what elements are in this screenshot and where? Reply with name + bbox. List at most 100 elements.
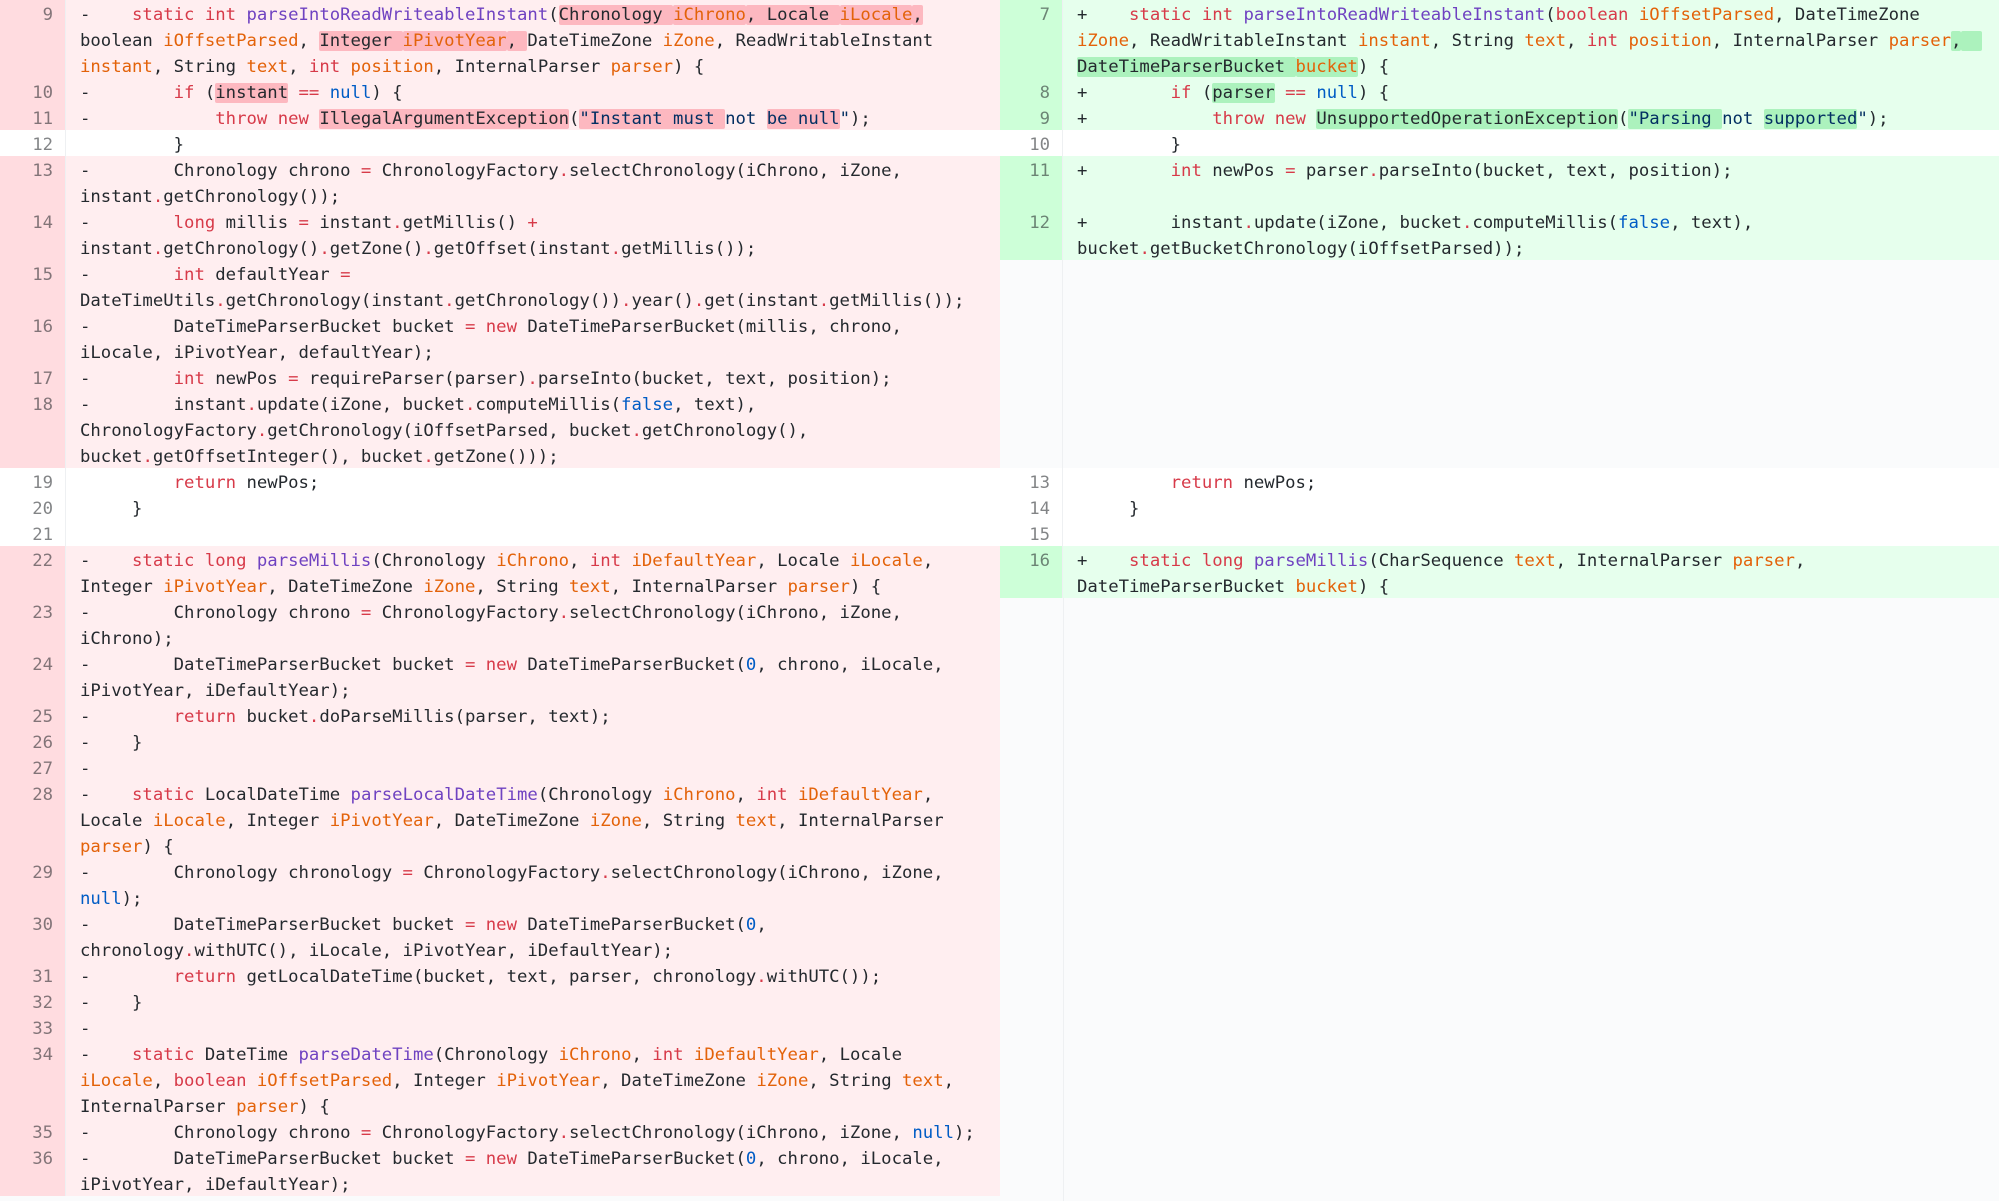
line-number[interactable]: 14 bbox=[0, 208, 66, 260]
code-token: int bbox=[1586, 31, 1629, 51]
line-number[interactable]: 20 bbox=[0, 494, 66, 520]
line-number[interactable]: 13 bbox=[1000, 468, 1063, 494]
code-token: - DateTimeParserBucket bucket bbox=[80, 655, 465, 675]
line-number[interactable]: 27 bbox=[0, 754, 66, 780]
code-token: , String bbox=[1430, 31, 1525, 51]
code-token: , bbox=[298, 31, 320, 51]
code-token: parseMillis bbox=[1253, 551, 1369, 571]
code-token: , bbox=[288, 57, 309, 77]
code-token: parser bbox=[1732, 551, 1795, 571]
left-diff-line: 21 bbox=[0, 520, 1000, 546]
line-number[interactable]: 28 bbox=[0, 780, 66, 858]
code-token: long bbox=[173, 213, 226, 233]
code-token: , bbox=[735, 785, 757, 805]
line-number[interactable]: 15 bbox=[0, 260, 66, 312]
line-number[interactable]: 29 bbox=[0, 858, 66, 910]
right-diff-line: 15 bbox=[1000, 520, 1999, 546]
line-number[interactable]: 14 bbox=[1000, 494, 1063, 520]
line-number[interactable]: 34 bbox=[0, 1040, 66, 1118]
code-token: . bbox=[558, 1123, 570, 1143]
line-number[interactable]: 16 bbox=[0, 312, 66, 364]
code-content: } bbox=[1063, 494, 1999, 520]
code-token: parseMillis bbox=[256, 551, 372, 571]
line-number[interactable]: 11 bbox=[1000, 156, 1063, 208]
right-diff-line: 9 + throw new UnsupportedOperationExcepti… bbox=[1000, 104, 1999, 130]
line-number[interactable]: 19 bbox=[0, 468, 66, 494]
line-number[interactable]: 12 bbox=[1000, 208, 1063, 260]
code-token: = bbox=[1285, 161, 1296, 181]
line-number[interactable]: 33 bbox=[0, 1014, 66, 1040]
code-token: bucket bbox=[1295, 577, 1358, 597]
line-number[interactable]: 15 bbox=[1000, 520, 1063, 546]
empty-gutter bbox=[1000, 598, 1064, 1201]
line-number[interactable]: 12 bbox=[0, 130, 66, 156]
code-token: iDefaultYear bbox=[797, 785, 923, 805]
code-token: newPos bbox=[1212, 161, 1286, 181]
code-token: getMillis() bbox=[402, 213, 528, 233]
line-number[interactable]: 8 bbox=[1000, 78, 1063, 104]
code-token: requireParser(parser) bbox=[298, 369, 528, 389]
line-number[interactable]: 10 bbox=[0, 78, 66, 104]
line-number[interactable]: 18 bbox=[0, 390, 66, 468]
code-token: bucket bbox=[1295, 57, 1358, 77]
line-number[interactable]: 25 bbox=[0, 702, 66, 728]
line-number[interactable]: 32 bbox=[0, 988, 66, 1014]
line-number[interactable]: 30 bbox=[0, 910, 66, 962]
code-token: (Chronology bbox=[537, 785, 663, 805]
line-number[interactable]: 22 bbox=[0, 546, 66, 598]
code-token: . bbox=[215, 291, 226, 311]
code-token: - bbox=[80, 83, 174, 103]
line-number[interactable]: 23 bbox=[0, 598, 66, 650]
code-token: . bbox=[256, 421, 268, 441]
line-number[interactable]: 35 bbox=[0, 1118, 66, 1144]
code-token: == bbox=[298, 83, 320, 103]
line-number[interactable]: 10 bbox=[1000, 130, 1063, 156]
code-content: + instant.update(iZone, bucket.computeMi… bbox=[1063, 208, 1999, 260]
line-number[interactable]: 13 bbox=[0, 156, 66, 208]
code-token: - bbox=[80, 213, 174, 233]
code-token: newPos bbox=[215, 369, 289, 389]
line-number[interactable]: 11 bbox=[0, 104, 66, 130]
code-content: - static long parseMillis(Chronology iCh… bbox=[66, 546, 1000, 598]
code-token: ChronologyFactory bbox=[371, 603, 559, 623]
code-token: iZone bbox=[662, 31, 715, 51]
code-token: iDefaultYear bbox=[631, 551, 757, 571]
line-number[interactable]: 31 bbox=[0, 962, 66, 988]
code-token: selectChronology(iChrono, iZone, bbox=[569, 1123, 913, 1143]
left-diff-line: 32 - } bbox=[0, 988, 1000, 1014]
code-token: static long bbox=[1129, 551, 1254, 571]
code-token: . bbox=[621, 291, 632, 311]
right-diff-line: 12 + instant.update(iZone, bucket.compute… bbox=[1000, 208, 1999, 260]
code-token: iDefaultYear bbox=[693, 1045, 819, 1065]
line-number[interactable]: 9 bbox=[0, 0, 66, 78]
code-token: DateTimeParserBucket bbox=[1077, 57, 1296, 77]
code-token: - Chronology chronology bbox=[80, 863, 403, 883]
code-token: parser bbox=[236, 1097, 299, 1117]
right-diff-line: 16 + static long parseMillis(CharSequence… bbox=[1000, 546, 1999, 598]
code-token: supported bbox=[1763, 109, 1858, 129]
code-content: - Chronology chronology = ChronologyFact… bbox=[66, 858, 1000, 910]
code-content bbox=[66, 520, 1000, 546]
line-number[interactable]: 9 bbox=[1000, 104, 1063, 130]
line-number[interactable]: 24 bbox=[0, 650, 66, 702]
line-number[interactable]: 26 bbox=[0, 728, 66, 754]
line-number[interactable]: 36 bbox=[0, 1144, 66, 1196]
code-token: parseInto(bucket, text, position); bbox=[1378, 161, 1733, 181]
code-token: , Locale bbox=[818, 1045, 903, 1065]
left-diff-line: 31- return getLocalDateTime(bucket, text… bbox=[0, 962, 1000, 988]
line-number[interactable] bbox=[1000, 260, 1063, 468]
code-token: getChronology()); bbox=[163, 187, 341, 207]
line-number[interactable]: 17 bbox=[0, 364, 66, 390]
code-token: position bbox=[350, 57, 434, 77]
code-token: static bbox=[132, 1045, 205, 1065]
left-diff-line: 30- DateTimeParserBucket bucket = new Da… bbox=[0, 910, 1000, 962]
code-content: - long millis = instant.getMillis() + in… bbox=[66, 208, 1000, 260]
code-token: 0 bbox=[745, 915, 757, 935]
line-number[interactable]: 7 bbox=[1000, 0, 1063, 78]
code-token: , DateTimeZone bbox=[267, 577, 424, 597]
diff-left-pane-deletions: 9- static int parseIntoReadWriteableInst… bbox=[0, 0, 1000, 1201]
code-token: return bbox=[173, 967, 247, 987]
line-number[interactable]: 21 bbox=[0, 520, 66, 546]
line-number[interactable]: 16 bbox=[1000, 546, 1063, 598]
